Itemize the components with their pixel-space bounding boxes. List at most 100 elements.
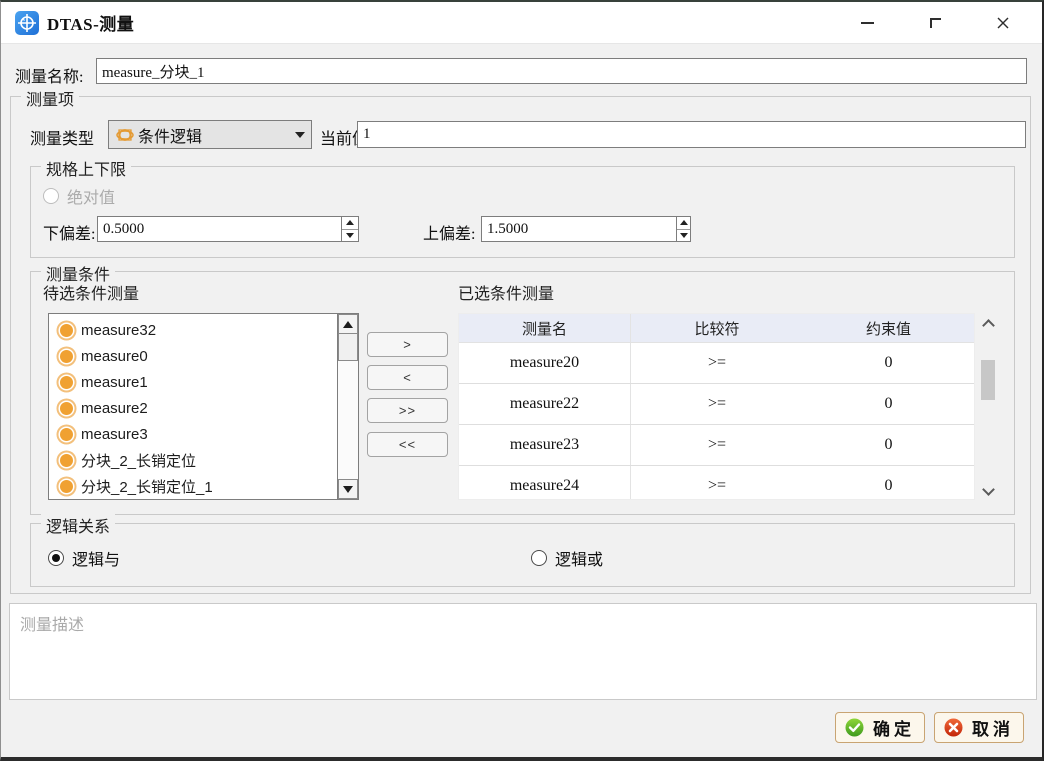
measure-type-icon [115,125,135,145]
table-scrollbar[interactable] [979,313,997,500]
spin-down-button[interactable] [677,230,690,242]
upper-deviation-value[interactable] [482,217,676,241]
selected-label: 已选条件测量 [458,280,554,304]
arrow-down-icon [680,233,688,238]
arrow-up-icon [680,220,688,225]
table-row[interactable]: measure24 >= 0 [459,466,974,500]
cell-comparator: >= [631,343,803,383]
measure-name-input[interactable] [96,58,1027,84]
list-item[interactable]: measure0 [49,343,337,369]
cell-measure-name: measure20 [459,343,631,383]
table-row[interactable]: measure20 >= 0 [459,343,974,384]
logic-and-label: 逻辑与 [72,546,120,570]
app-icon [15,11,39,35]
upper-deviation-label: 上偏差: [423,220,475,244]
cell-comparator: >= [631,466,803,500]
group-logic-relation-label: 逻辑关系 [41,513,115,537]
list-item-label: measure1 [81,374,148,391]
cell-measure-name: measure24 [459,466,631,500]
scroll-up-button[interactable] [982,319,995,332]
measure-icon [60,428,73,441]
logic-and-radio[interactable]: 逻辑与 [48,546,120,570]
list-item[interactable]: measure32 [49,317,337,343]
list-item[interactable]: 分块_2_长销定位_1 [49,473,337,499]
group-measure-item: 测量项 测量类型 条件逻辑 当前值 规格上下限 绝对值 下偏差: [10,96,1031,594]
measure-icon [60,350,73,363]
scroll-up-button[interactable] [338,314,358,334]
cell-comparator: >= [631,425,803,465]
scroll-down-button[interactable] [982,483,995,496]
candidate-list-scrollbar[interactable] [337,314,358,499]
measure-type-label: 测量类型 [30,125,94,149]
list-item-label: measure32 [81,322,156,339]
arrow-up-icon [346,220,354,225]
lower-deviation-spinner[interactable] [97,216,359,242]
move-all-left-button[interactable]: << [367,432,448,457]
measure-type-select[interactable]: 条件逻辑 [108,120,312,149]
minimize-icon [861,22,874,24]
list-item-label: 分块_2_长销定位 [81,450,196,471]
column-header: 测量名 [459,314,631,342]
move-all-right-button[interactable]: >> [367,398,448,423]
column-header: 约束值 [803,314,974,342]
spin-down-button[interactable] [342,230,358,242]
logic-or-label: 逻辑或 [555,546,603,570]
move-right-button[interactable]: > [367,332,448,357]
radio-icon [43,188,59,204]
measure-description-input[interactable] [9,603,1037,700]
scrollbar-thumb[interactable] [981,360,995,400]
measure-icon [60,402,73,415]
group-spec-limits-label: 规格上下限 [41,156,131,180]
spin-up-button[interactable] [342,217,358,230]
lower-deviation-value[interactable] [98,217,341,241]
list-item[interactable]: measure3 [49,421,337,447]
cell-constraint: 0 [803,466,974,500]
selected-conditions-table[interactable]: 测量名 比较符 约束值 measure20 >= 0 measure22 >= … [458,313,975,500]
cancel-button-label: 取消 [972,715,1014,740]
ok-check-icon [845,718,864,737]
close-icon [996,16,1010,30]
current-value-input[interactable] [357,121,1026,148]
maximize-button[interactable] [926,14,944,32]
column-header: 比较符 [631,314,803,342]
spin-up-button[interactable] [677,217,690,230]
list-item[interactable]: measure1 [49,369,337,395]
measure-type-value: 条件逻辑 [138,123,291,147]
minimize-button[interactable] [858,14,876,32]
cell-constraint: 0 [803,343,974,383]
absolute-value-radio[interactable]: 绝对值 [43,184,115,208]
measure-icon [60,454,73,467]
radio-icon [531,550,547,566]
move-left-button[interactable]: < [367,365,448,390]
list-item-label: 分块_2_长销定位_1 [81,476,213,497]
list-item[interactable]: measure2 [49,395,337,421]
measure-icon [60,324,73,337]
arrow-down-icon [346,233,354,238]
list-item[interactable]: 分块_2_长销定位 [49,447,337,473]
scrollbar-thumb[interactable] [338,334,358,361]
title-bar[interactable]: DTAS-测量 [1,2,1042,44]
arrow-up-icon [343,321,353,328]
lower-deviation-label: 下偏差: [43,220,95,244]
group-spec-limits: 规格上下限 绝对值 下偏差: 上偏差: [30,166,1015,258]
maximize-icon [930,18,941,28]
scroll-down-button[interactable] [338,479,358,499]
close-button[interactable] [994,14,1012,32]
cancel-button[interactable]: 取消 [934,712,1024,743]
measure-icon [60,480,73,493]
group-logic-relation: 逻辑关系 逻辑与 逻辑或 [30,523,1015,587]
window-title: DTAS-测量 [47,10,134,35]
cell-constraint: 0 [803,384,974,424]
measure-name-label: 测量名称: [15,63,83,87]
table-header-row: 测量名 比较符 约束值 [459,314,974,343]
ok-button-label: 确定 [873,715,915,740]
cancel-cross-icon [944,718,963,737]
group-measure-item-label: 测量项 [21,86,79,110]
upper-deviation-spinner[interactable] [481,216,691,242]
ok-button[interactable]: 确定 [835,712,925,743]
table-row[interactable]: measure23 >= 0 [459,425,974,466]
logic-or-radio[interactable]: 逻辑或 [531,546,603,570]
list-item-label: measure2 [81,400,148,417]
candidate-list[interactable]: measure32 measure0 measure1 measure2 mea… [48,313,359,500]
table-row[interactable]: measure22 >= 0 [459,384,974,425]
